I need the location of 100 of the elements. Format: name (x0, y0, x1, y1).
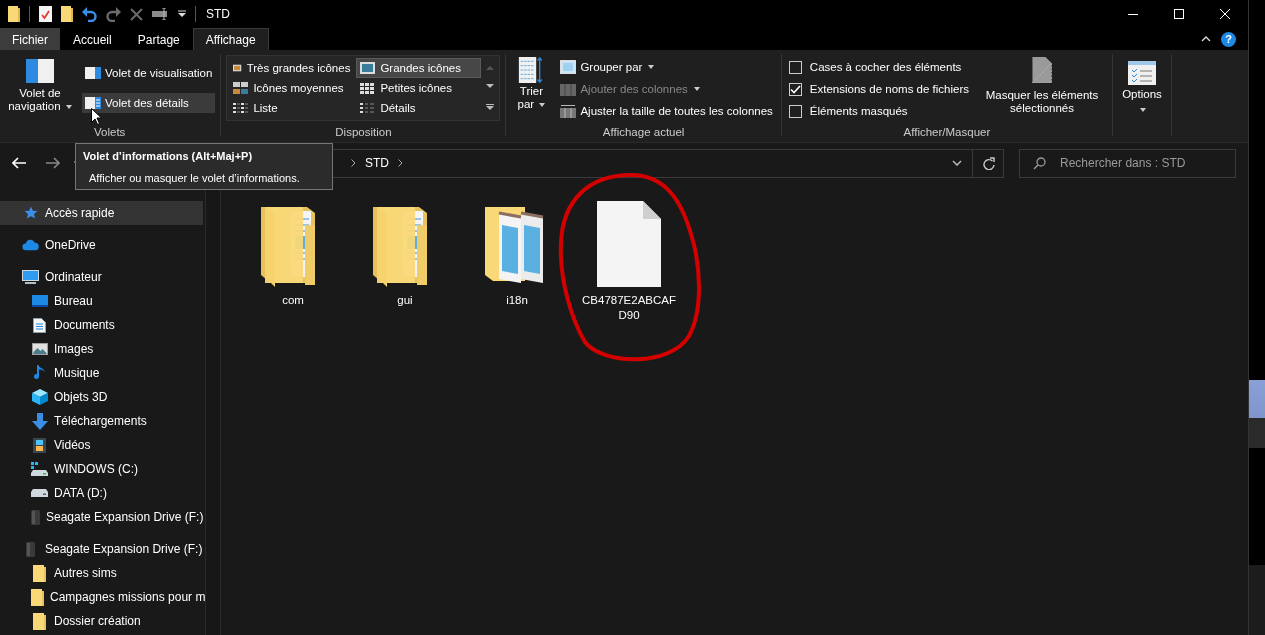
navigation-item[interactable]: Téléchargements (0, 409, 203, 433)
preview-pane-icon (85, 67, 101, 79)
navigation-item[interactable]: Objets 3D (0, 385, 203, 409)
sort-by-button[interactable]: Trier par (511, 55, 552, 113)
redo-icon[interactable] (106, 6, 121, 22)
navigation-item[interactable]: Documents (0, 313, 203, 337)
layout-option[interactable]: Liste (229, 98, 355, 118)
cube-icon (31, 389, 48, 405)
options-button[interactable]: Options (1118, 55, 1166, 114)
hide-selected-items-button[interactable]: Masquer les éléments sélectionnés (977, 55, 1107, 117)
delete-icon[interactable] (130, 7, 143, 21)
navigation-pane-button[interactable]: Volet de navigation (4, 55, 76, 115)
chevron-icon (398, 159, 403, 167)
navigation-item[interactable]: Musique (0, 361, 203, 385)
folder-icon (31, 588, 44, 606)
external-drive-icon (26, 541, 35, 557)
view-mode-icon (360, 82, 376, 94)
dropdown-icon[interactable] (952, 160, 962, 166)
checkbox[interactable] (788, 104, 802, 118)
file-item[interactable]: i18n (461, 195, 573, 308)
navigation-item[interactable]: DATA (D:) (0, 481, 203, 505)
checkbox[interactable] (788, 60, 802, 74)
breadcrumb-item[interactable]: STD (365, 156, 389, 170)
layout-option[interactable]: Détails (356, 98, 482, 118)
navigation-item[interactable]: Dossier création (0, 609, 203, 633)
scroll-down-icon[interactable] (486, 84, 495, 90)
document-icon (33, 317, 46, 333)
caret-icon (65, 104, 72, 109)
ribbon-tab[interactable]: Fichier (0, 28, 60, 50)
view-mode-icon (233, 102, 249, 114)
properties-icon[interactable] (39, 6, 52, 22)
group-label: Disposition (334, 125, 393, 140)
collapse-ribbon-icon[interactable] (1201, 36, 1211, 42)
group-label: Afficher/Masquer (902, 125, 992, 140)
folder-icon (33, 612, 46, 630)
navigation-item[interactable]: Vidéos (0, 433, 203, 457)
navigation-item[interactable]: Accès rapide (0, 201, 203, 225)
file-item[interactable]: gui (349, 195, 461, 308)
search-icon (1033, 156, 1046, 170)
navigation-item[interactable]: Campagnes missions pour m (0, 585, 203, 609)
pane-button[interactable]: Volet des détails (82, 93, 216, 113)
refresh-icon[interactable] (983, 156, 995, 170)
ribbon-tab[interactable]: Partage (124, 28, 193, 50)
layout-option[interactable]: Icônes moyennes (229, 78, 355, 98)
navigation-item[interactable]: WINDOWS (C:) (0, 457, 203, 481)
group-by-icon (560, 60, 577, 74)
rename-icon[interactable] (152, 8, 169, 20)
music-note-icon (33, 365, 46, 381)
view-mode-icon (360, 62, 376, 74)
image-icon (31, 343, 48, 355)
forward-arrow-icon[interactable] (46, 157, 60, 169)
window-title: STD (206, 7, 230, 21)
view-mode-icon (360, 102, 376, 114)
back-arrow-icon[interactable] (12, 157, 26, 169)
file-item[interactable]: com (237, 195, 349, 308)
navigation-item[interactable]: Seagate Expansion Drive (F:) (0, 537, 203, 561)
mouse-pointer-icon (91, 108, 102, 125)
help-button[interactable]: ? (1221, 31, 1236, 47)
desktop-icon (31, 295, 48, 307)
group-label: Affichage actuel (601, 125, 686, 140)
blank-file-icon (597, 201, 661, 287)
options-icon (1128, 61, 1156, 85)
pane-button[interactable]: Volet de visualisation (82, 63, 216, 83)
view-command-button[interactable]: Ajuster la taille de toutes les colonnes (557, 101, 776, 121)
details-pane-icon (85, 97, 101, 109)
download-arrow-icon (31, 412, 48, 430)
dropdown-icon[interactable] (178, 10, 186, 18)
layout-option[interactable]: Petites icônes (356, 78, 482, 98)
ribbon-tab[interactable]: Affichage (192, 28, 269, 50)
checkbox-option[interactable]: Extensions de noms de fichiers (786, 79, 969, 99)
drive-icon (31, 489, 48, 497)
undo-icon[interactable] (82, 6, 97, 22)
navigation-item[interactable]: OneDrive (0, 233, 203, 257)
layout-option[interactable]: Très grandes icônes (229, 58, 355, 78)
search-field[interactable]: Rechercher dans : STD (1019, 148, 1236, 178)
navigation-pane-icon (26, 59, 54, 83)
navigation-item[interactable]: Seagate Expansion Drive (F:) (0, 505, 203, 529)
caret-icon (539, 102, 546, 107)
navigation-item[interactable]: Ordinateur (0, 265, 203, 289)
checkbox[interactable] (788, 82, 802, 96)
maximize-icon (1174, 9, 1184, 19)
expand-gallery-icon[interactable] (486, 103, 495, 111)
ribbon-tab[interactable]: Accueil (60, 28, 125, 50)
folder-icon (33, 564, 46, 582)
system-drive-icon (31, 462, 48, 476)
fit-columns-icon (560, 104, 577, 118)
add-columns-icon (560, 82, 577, 96)
view-command-button[interactable]: Grouper par (557, 57, 776, 77)
external-drive-icon (31, 509, 40, 525)
group-label: Volets (93, 125, 127, 140)
checkbox-option[interactable]: Éléments masqués (786, 101, 969, 121)
navigation-item[interactable]: Bureau (0, 289, 203, 313)
navigation-item[interactable]: Autres sims (0, 561, 203, 585)
layout-option[interactable]: Grandes icônes (356, 58, 482, 78)
caret-icon (1140, 108, 1146, 112)
checkbox-option[interactable]: Cases à cocher des éléments (786, 57, 969, 77)
star-icon (23, 206, 38, 220)
close-icon (1220, 9, 1230, 19)
navigation-item[interactable]: Images (0, 337, 203, 361)
view-mode-icon (233, 82, 249, 94)
